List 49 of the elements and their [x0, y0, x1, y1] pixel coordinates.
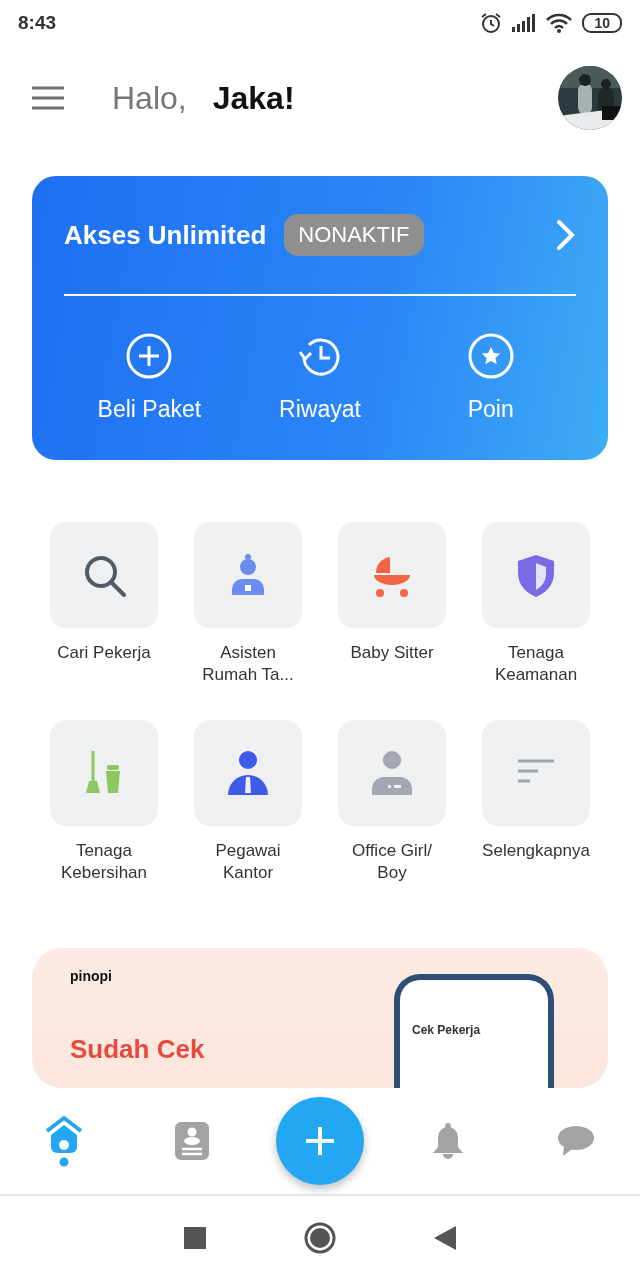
membership-title: Akses Unlimited — [64, 219, 267, 251]
service-label: Tenaga Keamanan — [493, 642, 579, 686]
add-fab[interactable] — [276, 1097, 364, 1185]
nav-tab[interactable] — [45, 1115, 83, 1167]
alarm-clock-icon — [480, 12, 503, 34]
back-icon[interactable] — [434, 1226, 456, 1250]
chat-bubble-icon — [558, 1126, 594, 1156]
chevron-right-icon[interactable] — [556, 219, 576, 251]
battery-indicator: 10 — [582, 13, 622, 33]
plus-circle-icon — [125, 332, 174, 380]
membership-card[interactable]: Akses Unlimited NONAKTIF Beli Paket Riwayat Poin — [32, 176, 608, 460]
menu-icon[interactable] — [32, 86, 64, 110]
phone-screen-title: Cek Pekerja — [412, 1023, 481, 1037]
status-badge: NONAKTIF — [284, 214, 424, 256]
greeting-text: Halo, — [112, 79, 187, 117]
promo-headline: Sudah Cek — [70, 1034, 206, 1065]
nav-tab[interactable] — [175, 1122, 209, 1160]
service-tile[interactable] — [50, 720, 158, 826]
service-tile[interactable] — [482, 720, 590, 826]
brand-name: pinopi — [70, 968, 113, 984]
service-label: Baby Sitter — [349, 642, 435, 664]
action-button[interactable]: Poin — [405, 332, 576, 423]
service-label: Pegawai Kantor — [214, 840, 282, 884]
signal-icon — [512, 14, 537, 32]
service-label: Cari Pekerja — [56, 642, 152, 664]
service-tile[interactable] — [194, 522, 302, 628]
promo-banner[interactable]: pinopi Sudah Cek Cek Pekerja — [32, 948, 608, 1088]
user-name: Jaka! — [212, 79, 296, 117]
star-circle-icon — [466, 332, 515, 380]
service-tile[interactable] — [482, 522, 590, 628]
service-label: Selengkapnya — [481, 840, 591, 862]
wifi-icon — [546, 13, 573, 33]
id-card-icon — [175, 1122, 209, 1160]
service-label: Asisten Rumah Ta... — [201, 642, 295, 686]
service-label: Office Girl/ Boy — [351, 840, 433, 884]
plus-icon — [304, 1125, 336, 1157]
nav-tab[interactable] — [433, 1123, 463, 1159]
service-tile[interactable] — [50, 522, 158, 628]
home-icon — [45, 1115, 83, 1167]
service-tile[interactable] — [338, 522, 446, 628]
service-tile[interactable] — [194, 720, 302, 826]
nav-tab[interactable] — [558, 1126, 594, 1156]
bell-icon — [433, 1123, 463, 1159]
home-button-icon[interactable] — [304, 1222, 336, 1254]
action-button[interactable]: Beli Paket — [64, 332, 235, 423]
service-label: Tenaga Kebersihan — [60, 840, 148, 884]
status-time: 8:43 — [18, 12, 57, 34]
service-tile[interactable] — [338, 720, 446, 826]
action-button[interactable]: Riwayat — [234, 332, 406, 423]
